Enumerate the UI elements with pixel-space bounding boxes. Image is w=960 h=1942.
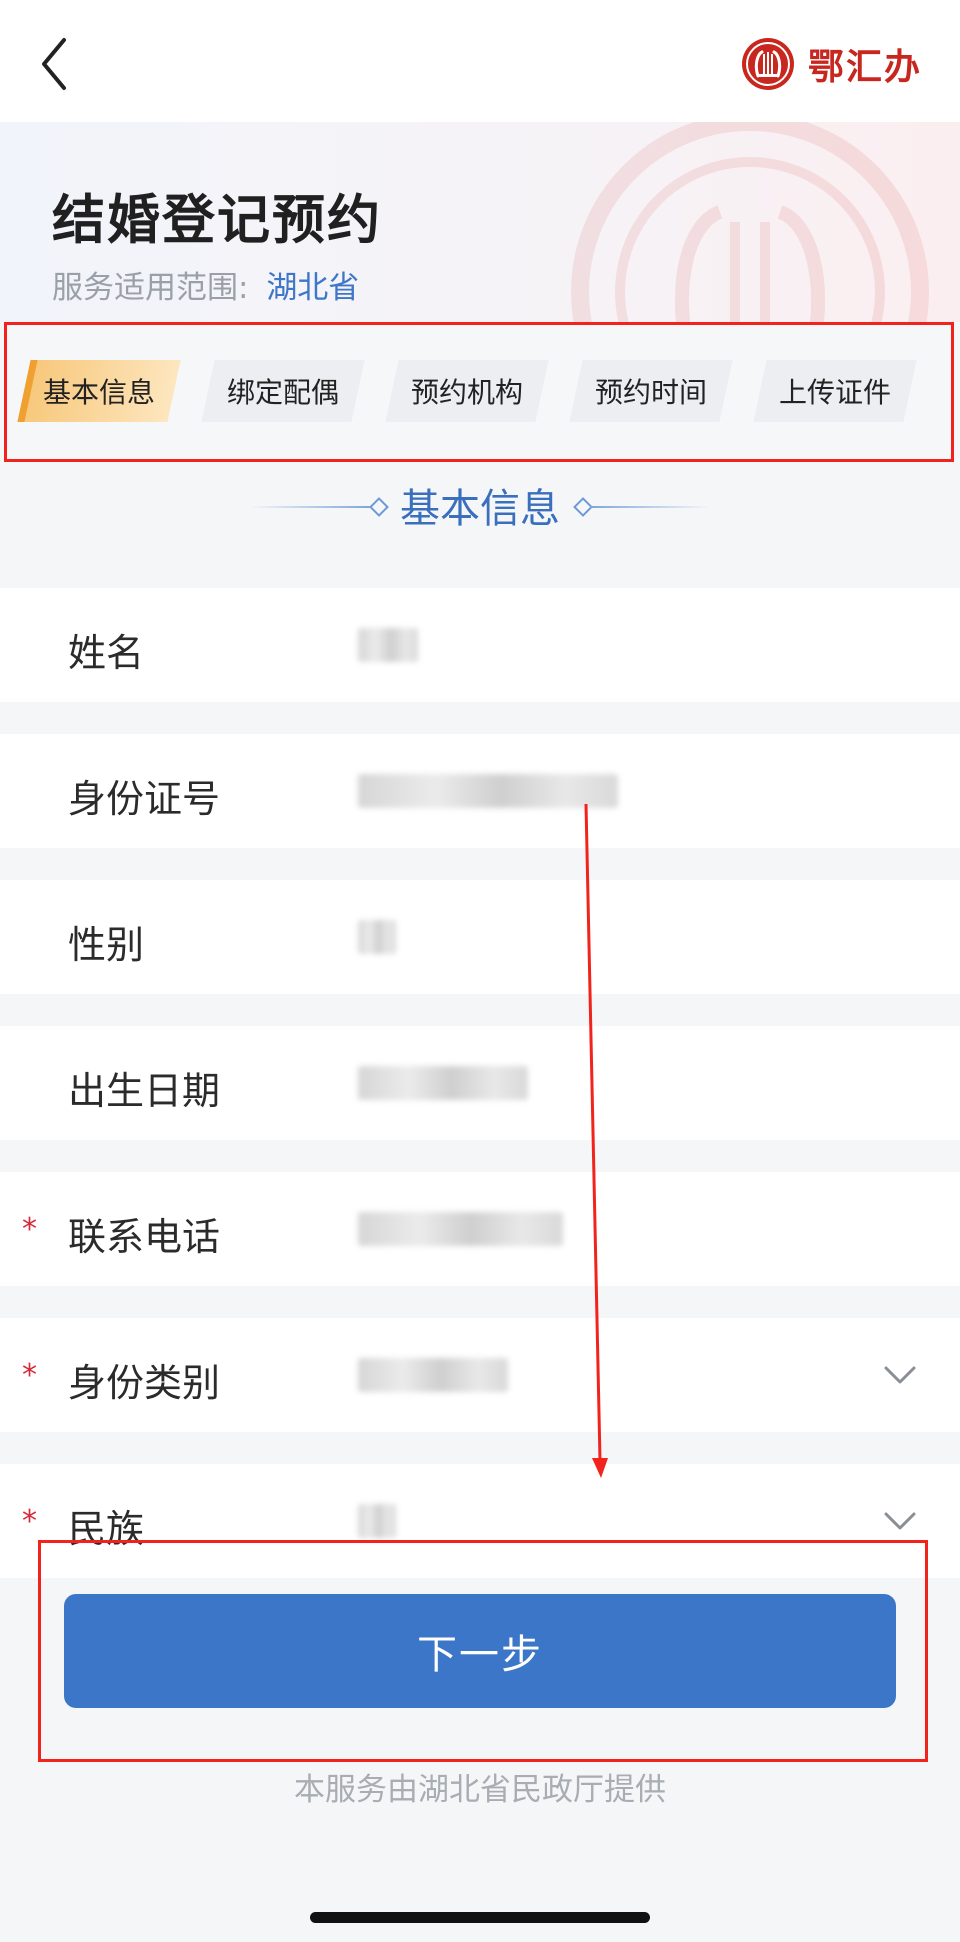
step-institution[interactable]: 预约机构 xyxy=(385,360,549,422)
next-step-button[interactable]: 下一步 xyxy=(64,1594,896,1708)
redacted-value xyxy=(358,1066,528,1100)
redacted-value xyxy=(358,1504,396,1538)
step-label: 预约机构 xyxy=(410,376,523,409)
step-label: 上传证件 xyxy=(778,376,891,409)
divider-line xyxy=(590,506,710,508)
form-row-gender[interactable]: 性别 xyxy=(0,880,960,994)
home-indicator xyxy=(310,1912,650,1923)
step-label: 预约时间 xyxy=(594,376,707,409)
redacted-value xyxy=(358,774,618,808)
step-label: 绑定配偶 xyxy=(226,376,339,409)
field-label: 民族 xyxy=(68,1507,145,1551)
back-button[interactable] xyxy=(30,30,82,98)
step-tabs: 基本信息 绑定配偶 预约机构 预约时间 上传证件 xyxy=(0,322,960,464)
section-heading: 基本信息 xyxy=(0,470,960,540)
form-row-phone[interactable]: * 联系电话 xyxy=(0,1172,960,1286)
section-title: 基本信息 xyxy=(400,486,560,532)
field-label: 身份类别 xyxy=(68,1361,221,1405)
field-label: 性别 xyxy=(68,923,145,967)
field-label: 姓名 xyxy=(68,631,145,675)
form-row-identity-type[interactable]: * 身份类别 xyxy=(0,1318,960,1432)
brand: 鄂汇办 xyxy=(740,34,922,94)
chevron-down-icon[interactable] xyxy=(882,1502,918,1538)
brand-name: 鄂汇办 xyxy=(807,46,922,88)
step-label: 基本信息 xyxy=(42,376,155,409)
redacted-value xyxy=(358,1212,563,1246)
footer-provider-note: 本服务由湖北省民政厅提供 xyxy=(294,1772,666,1808)
form-row-ethnicity[interactable]: * 民族 xyxy=(0,1464,960,1578)
page-title: 结婚登记预约 xyxy=(52,190,382,251)
form-row-id-number[interactable]: 身份证号 xyxy=(0,734,960,848)
required-mark: * xyxy=(22,1504,37,1539)
step-time[interactable]: 预约时间 xyxy=(569,360,733,422)
form-row-name[interactable]: 姓名 xyxy=(0,588,960,702)
field-label: 身份证号 xyxy=(68,777,221,821)
form-row-birthdate[interactable]: 出生日期 xyxy=(0,1026,960,1140)
lyre-logo-icon xyxy=(741,38,794,90)
hero-banner: 结婚登记预约 服务适用范围: 湖北省 xyxy=(0,122,960,322)
scope-label: 服务适用范围: xyxy=(52,270,249,306)
required-mark: * xyxy=(22,1212,37,1247)
scope-value: 湖北省 xyxy=(266,270,360,306)
service-scope: 服务适用范围: 湖北省 xyxy=(52,262,359,307)
step-upload[interactable]: 上传证件 xyxy=(753,360,917,422)
step-basic-info[interactable]: 基本信息 xyxy=(17,360,181,422)
redacted-value xyxy=(358,920,396,954)
field-label: 联系电话 xyxy=(68,1215,221,1259)
redacted-value xyxy=(358,1358,508,1392)
watermark-logo-icon xyxy=(571,122,929,322)
chevron-left-icon xyxy=(42,38,66,90)
required-mark: * xyxy=(22,1358,37,1393)
step-bind-spouse[interactable]: 绑定配偶 xyxy=(201,360,365,422)
field-label: 出生日期 xyxy=(68,1069,221,1113)
redacted-value xyxy=(358,628,418,662)
chevron-down-icon[interactable] xyxy=(882,1356,918,1392)
top-bar: 鄂汇办 xyxy=(0,0,960,122)
